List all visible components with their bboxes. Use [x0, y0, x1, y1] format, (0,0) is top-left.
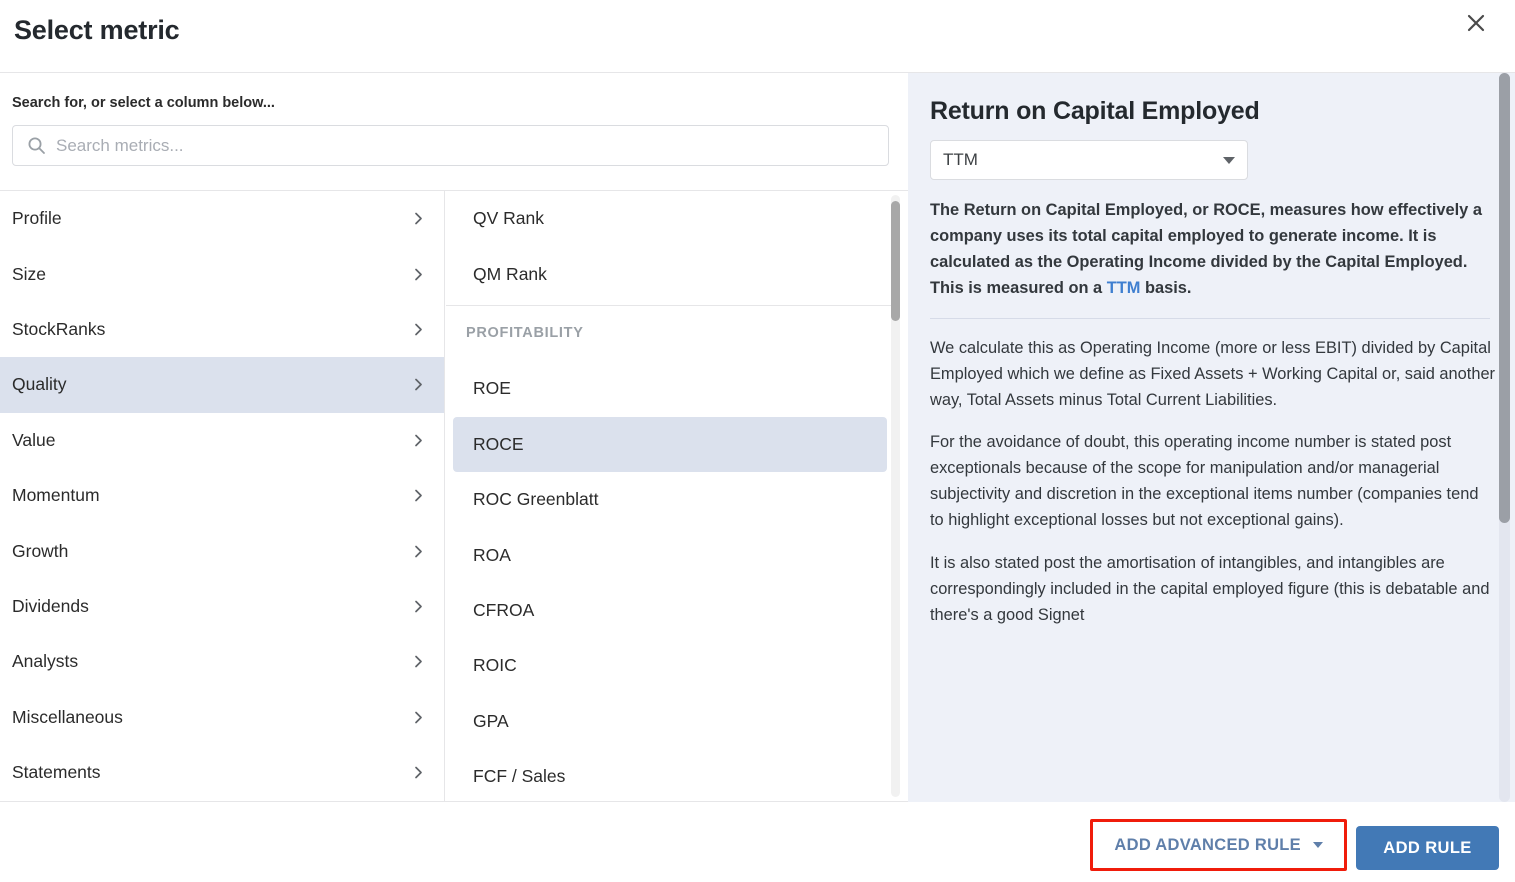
category-item-label: Dividends: [12, 595, 89, 616]
category-item-momentum[interactable]: Momentum: [0, 468, 444, 523]
category-column[interactable]: Profile Size StockRanks Quality Value Momentu…: [0, 191, 445, 801]
chevron-right-icon: [411, 765, 426, 780]
metric-detail-title: Return on Capital Employed: [930, 97, 1260, 125]
category-item-value[interactable]: Value: [0, 413, 444, 468]
add-rule-button[interactable]: ADD RULE: [1356, 826, 1499, 870]
chevron-right-icon: [411, 654, 426, 669]
metric-item-qv-rank[interactable]: QV Rank: [453, 191, 887, 246]
metric-item-roc-greenblatt[interactable]: ROC Greenblatt: [453, 472, 887, 527]
page-title: Select metric: [14, 15, 180, 45]
ttm-link[interactable]: TTM: [1107, 279, 1141, 297]
search-label: Search for, or select a column below...: [12, 95, 275, 111]
metric-summary-part1: The Return on Capital Employed, or ROCE,…: [930, 201, 1482, 297]
metric-item-roe[interactable]: ROE: [453, 361, 887, 416]
metric-paragraph: For the avoidance of doubt, this operati…: [930, 433, 1479, 530]
chevron-right-icon: [411, 322, 426, 337]
category-item-label: Miscellaneous: [12, 706, 123, 727]
metric-browser: Search for, or select a column below... …: [0, 73, 908, 802]
select-metric-modal: Select metric Search for, or select a co…: [0, 0, 1515, 882]
metric-paragraph: It is also stated post the amortisation …: [930, 554, 1490, 624]
metric-paragraph: We calculate this as Operating Income (m…: [930, 338, 1496, 409]
category-item-profile[interactable]: Profile: [0, 191, 444, 246]
chevron-right-icon: [411, 488, 426, 503]
close-icon[interactable]: [1459, 6, 1493, 40]
category-item-label: Quality: [12, 374, 67, 395]
chevron-right-icon: [411, 599, 426, 614]
columns: Profile Size StockRanks Quality Value Momentu…: [0, 190, 908, 802]
metric-item-roce[interactable]: ROCE: [453, 416, 887, 472]
category-item-label: Profile: [12, 208, 62, 229]
advanced-rule-highlight: ADD ADVANCED RULE: [1090, 819, 1347, 871]
metric-item-qm-rank[interactable]: QM Rank: [453, 246, 887, 301]
category-item-size[interactable]: Size: [0, 246, 444, 301]
category-item-label: Size: [12, 263, 47, 284]
category-item-stockranks[interactable]: StockRanks: [0, 302, 444, 357]
category-item-label: Value: [12, 429, 56, 450]
add-advanced-rule-label: ADD ADVANCED RULE: [1114, 835, 1301, 854]
metric-item-gpa[interactable]: GPA: [453, 694, 887, 749]
metric-scrollbar-thumb[interactable]: [891, 201, 900, 321]
metric-item-roic[interactable]: ROIC: [453, 638, 887, 693]
metric-item-roa[interactable]: ROA: [453, 527, 887, 582]
chevron-down-icon: [1223, 156, 1235, 164]
search-area: Search for, or select a column below...: [0, 73, 908, 190]
metric-column[interactable]: QV Rank QM Rank PROFITABILITY ROE ROCE ROC Gr…: [446, 191, 908, 801]
chevron-right-icon: [411, 433, 426, 448]
category-item-miscellaneous[interactable]: Miscellaneous: [0, 690, 444, 745]
metric-item-cfroa[interactable]: CFROA: [453, 583, 887, 638]
detail-scrollbar-thumb[interactable]: [1499, 73, 1510, 523]
chevron-right-icon: [411, 377, 426, 392]
search-box[interactable]: [12, 125, 889, 166]
modal-header: Select metric: [0, 0, 1515, 73]
chevron-right-icon: [411, 267, 426, 282]
category-item-label: Momentum: [12, 485, 100, 506]
chevron-right-icon: [411, 544, 426, 559]
category-item-analysts[interactable]: Analysts: [0, 634, 444, 689]
search-icon: [27, 136, 46, 155]
modal-body: Search for, or select a column below... …: [0, 73, 1515, 802]
category-item-label: Statements: [12, 762, 101, 783]
metric-summary: The Return on Capital Employed, or ROCE,…: [930, 198, 1490, 302]
metric-summary-part2: basis.: [1140, 278, 1192, 297]
chevron-right-icon: [411, 710, 426, 725]
add-advanced-rule-button[interactable]: ADD ADVANCED RULE: [1098, 826, 1339, 864]
metric-group-heading: PROFITABILITY: [466, 325, 584, 342]
category-item-dividends[interactable]: Dividends: [0, 579, 444, 634]
divider: [930, 317, 1490, 319]
chevron-right-icon: [411, 211, 426, 226]
category-item-quality[interactable]: Quality: [0, 357, 444, 413]
category-item-statements[interactable]: Statements: [0, 745, 444, 800]
category-item-label: Analysts: [12, 651, 79, 672]
category-item-growth[interactable]: Growth: [0, 523, 444, 578]
chevron-down-icon: [1313, 842, 1323, 848]
metric-item-fcf-sales[interactable]: FCF / Sales: [453, 749, 887, 801]
period-select[interactable]: TTM: [930, 140, 1248, 180]
category-item-label: StockRanks: [12, 318, 106, 339]
metric-detail-panel: Return on Capital Employed TTM The Retur…: [908, 73, 1515, 802]
search-input[interactable]: [56, 135, 816, 156]
category-item-label: Growth: [12, 540, 69, 561]
period-select-value: TTM: [943, 150, 978, 169]
metric-detail-content: Return on Capital Employed TTM The Retur…: [908, 73, 1496, 629]
modal-footer: ADD ADVANCED RULE ADD RULE: [0, 802, 1515, 882]
